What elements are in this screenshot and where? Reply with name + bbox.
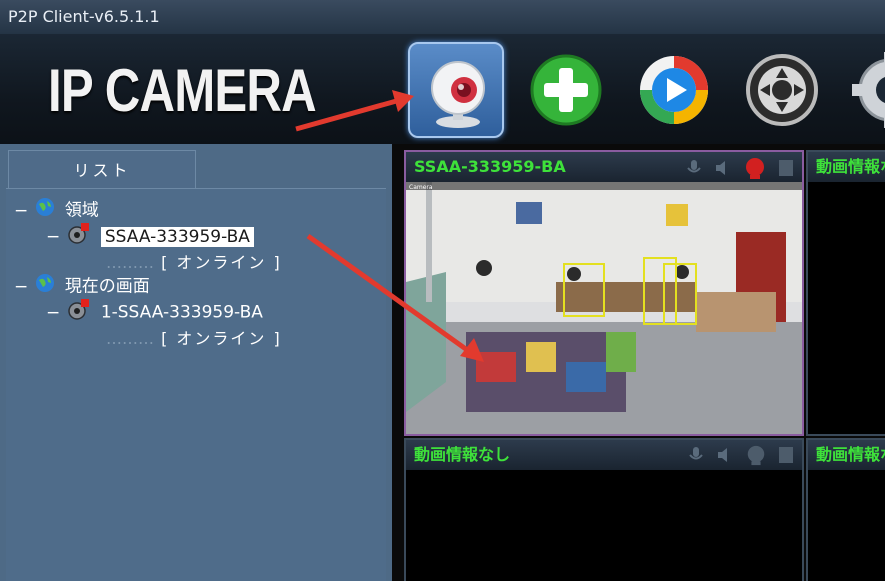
record-icon[interactable]	[743, 156, 767, 184]
panel-close-icon[interactable]	[778, 159, 794, 181]
tree-node-current-screen[interactable]: − 現在の画面	[14, 273, 150, 297]
tree-node-area[interactable]: − 領域	[14, 197, 99, 221]
device-status: ……… [ オンライン ]	[106, 253, 282, 272]
microphone-icon[interactable]	[685, 159, 703, 181]
microphone-icon[interactable]	[687, 446, 705, 468]
tree-node-label: 1-SSAA-333959-BA	[100, 302, 263, 323]
settings-button[interactable]	[842, 42, 885, 138]
playback-button[interactable]	[626, 42, 722, 138]
panel-close-icon[interactable]	[778, 446, 794, 468]
panel-controls	[681, 444, 794, 466]
camera-list-button[interactable]	[408, 42, 504, 138]
camera-device-icon	[67, 222, 91, 251]
collapse-toggle[interactable]: −	[14, 275, 30, 299]
camera-device-icon	[67, 298, 91, 327]
video-panel-1[interactable]: SSAA-333959-BA Camera	[404, 150, 804, 436]
speaker-icon[interactable]	[714, 159, 732, 181]
device-list-sidebar: リスト − 領域 − SSAA-333959-BA ……… [ オンライン ]	[0, 144, 392, 581]
online-status: [ オンライン ]	[161, 329, 282, 348]
online-status: [ オンライン ]	[161, 253, 282, 272]
tree-node-label: 現在の画面	[64, 276, 150, 297]
panel-controls	[679, 156, 794, 181]
tree-node-label-selected: SSAA-333959-BA	[100, 226, 254, 247]
record-icon[interactable]	[745, 444, 767, 470]
window-titlebar: P2P Client-v6.5.1.1	[0, 0, 885, 34]
video-grid: SSAA-333959-BA Camera 動画情報 動画情報なし 動画情報	[392, 144, 885, 581]
collapse-toggle[interactable]: −	[46, 225, 62, 249]
app-logo: IP CAMERA	[48, 57, 317, 124]
tree-node-label: 領域	[64, 200, 99, 221]
office-scene-image: Camera	[406, 182, 802, 434]
tree-node-camera-channel[interactable]: − 1-SSAA-333959-BA	[46, 298, 263, 325]
add-device-button[interactable]	[518, 42, 614, 138]
collapse-toggle[interactable]: −	[46, 301, 62, 325]
add-icon	[530, 54, 602, 126]
video-panel-2[interactable]: 動画情報なし	[806, 150, 885, 436]
speaker-icon[interactable]	[716, 446, 734, 468]
playback-icon	[640, 56, 708, 124]
collapse-toggle[interactable]: −	[14, 199, 30, 223]
window-title: P2P Client-v6.5.1.1	[8, 7, 160, 26]
video-panel-title: 動画情報なし	[808, 152, 885, 182]
tab-list[interactable]: リスト	[8, 150, 196, 190]
video-panel-4[interactable]: 動画情報なし	[806, 438, 885, 581]
device-tree: − 領域 − SSAA-333959-BA ……… [ オンライン ] − 現在…	[6, 188, 386, 581]
device-status: ……… [ オンライン ]	[106, 329, 282, 348]
tree-node-camera[interactable]: − SSAA-333959-BA	[46, 222, 254, 249]
ptz-control-icon	[746, 54, 818, 126]
main-toolbar: IP CAMERA	[0, 34, 885, 144]
feed-camera-label: Camera	[409, 184, 433, 191]
video-panel-3[interactable]: 動画情報なし	[404, 438, 804, 581]
camera-feed: Camera	[406, 182, 802, 434]
ptz-control-button[interactable]	[734, 42, 830, 138]
webcam-icon	[431, 61, 485, 128]
video-panel-title: 動画情報なし	[808, 440, 885, 470]
settings-gear-icon	[852, 52, 885, 128]
globe-icon	[35, 273, 55, 300]
globe-icon	[35, 197, 55, 224]
app-window: P2P Client-v6.5.1.1 IP CAMERA リスト − 領域 −…	[0, 0, 885, 581]
